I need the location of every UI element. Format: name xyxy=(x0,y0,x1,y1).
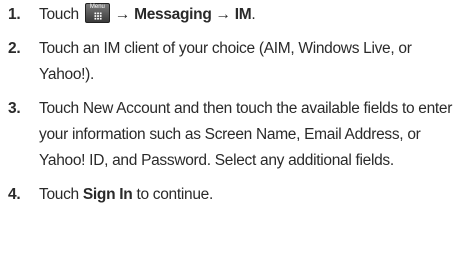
step-number: 3. xyxy=(8,100,21,117)
menu-path: → Messaging → IM xyxy=(114,6,252,23)
step-text: Touch Menu → Messaging → IM. xyxy=(39,2,468,28)
menu-key-icon: Menu xyxy=(84,3,110,23)
step-text: Touch Sign In to continue. xyxy=(39,182,468,208)
step-1: 1. Touch Menu → Messaging → IM. xyxy=(8,2,468,28)
step-number: 2. xyxy=(8,40,21,57)
step-prefix: Touch xyxy=(39,186,83,203)
step-3: 3. Touch New Account and then touch the … xyxy=(8,96,468,174)
step-suffix: to continue. xyxy=(132,186,213,203)
step-number: 1. xyxy=(8,6,21,23)
step-text: Touch New Account and then touch the ava… xyxy=(39,100,453,169)
sign-in-label: Sign In xyxy=(82,186,133,203)
step-2: 2. Touch an IM client of your choice (AI… xyxy=(8,36,468,88)
step-number: 4. xyxy=(8,186,21,203)
step-suffix: . xyxy=(251,6,256,23)
step-prefix: Touch xyxy=(39,6,79,23)
instruction-steps: 1. Touch Menu → Messaging → IM. 2. Touch a… xyxy=(8,2,468,208)
menu-key-label: Menu xyxy=(89,4,105,10)
step-4: 4. Touch Sign In to continue. xyxy=(8,182,468,208)
step-text: Touch an IM client of your choice (AIM, … xyxy=(39,40,412,83)
grid-icon xyxy=(93,12,102,20)
